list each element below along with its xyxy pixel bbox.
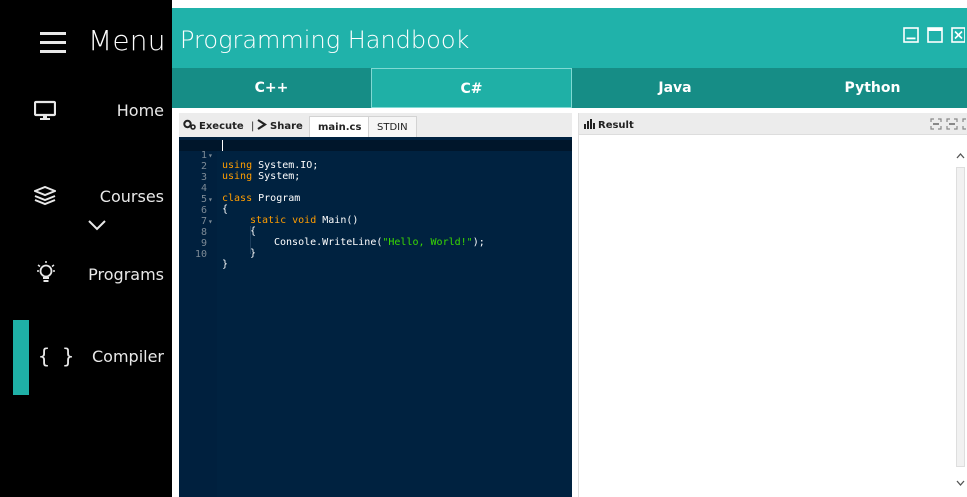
code-token: System; [252,171,301,182]
sidebar-item-label: Compiler [91,347,164,366]
sidebar: Menu Home Courses Programs { } Compiler [0,0,172,497]
line-number: 10 [194,248,207,260]
string-literal: "Hello, World!" [382,237,473,248]
code-line: 5 ▾ { [179,184,228,215]
title-bar: Programming Handbook [172,8,967,68]
braces-icon: { } [38,344,75,368]
sidebar-item-programs[interactable]: Programs [0,258,172,298]
page-title: Programming Handbook [180,26,470,54]
result-scrollbar[interactable] [955,147,967,492]
tab-python[interactable]: Python [778,68,967,108]
code-text: class Program [222,193,301,205]
share-button[interactable]: Share [257,119,303,133]
editor-toolbar: Execute | Share main.cs STDIN [179,113,572,137]
keyword: using [222,171,253,182]
sidebar-item-courses[interactable]: Courses [0,180,172,220]
keyword: class [222,193,253,204]
code-editor-panel: Execute | Share main.cs STDIN 1 ▾ using S… [179,113,572,497]
sidebar-item-label: Home [116,101,164,120]
language-tabs: C++ C# Java Python [172,68,967,108]
tab-cpp[interactable]: C++ [172,68,371,108]
code-token: Main() [316,215,359,226]
tab-main-cs[interactable]: main.cs [309,116,371,137]
sidebar-item-label: Courses [99,187,164,206]
code-text: static void Main() [250,215,359,227]
maximize-icon[interactable] [927,27,943,43]
bar-chart-icon [584,119,595,132]
window-controls [903,27,965,43]
code-text: { [250,226,257,237]
sidebar-item-home[interactable]: Home [0,96,172,136]
result-header: Result [579,113,967,135]
keyword: using [222,160,253,171]
code-line: 7 ▾ { [179,206,256,237]
code-text: using System; [222,171,301,183]
share-arrow-icon [257,119,268,133]
keyword: static void [250,215,317,226]
sidebar-item-label: Programs [88,265,164,284]
sidebar-item-compiler[interactable]: { } Compiler [0,342,172,382]
scroll-thumb[interactable] [956,167,965,467]
code-line: 1 ▾ using System.IO; [179,140,318,171]
code-token: Program [252,193,301,204]
code-text: } [222,259,229,270]
tab-java[interactable]: Java [572,68,778,108]
scroll-up-icon[interactable] [956,147,965,165]
code-line: 6 static void Main() [179,195,358,226]
code-text: } [250,248,257,259]
active-line-highlight [179,140,572,151]
result-panel: Result [578,113,967,497]
code-token: Console.WriteLine( [274,237,383,248]
monitor-icon [33,100,57,127]
toolbar-divider: | [250,120,255,132]
text-cursor [222,140,223,151]
chevron-down-icon[interactable] [88,218,106,236]
code-line: 3 [179,162,215,182]
share-label: Share [270,120,303,132]
gears-icon [183,119,196,133]
code-text: Console.WriteLine("Hello, World!"); [274,237,485,249]
lightbulb-icon [36,260,56,291]
code-area[interactable]: 1 ▾ using System.IO; 2 using System; 3 4 … [179,137,572,497]
close-icon[interactable] [951,27,965,43]
code-line: 9 } [179,228,256,259]
menu-row: Menu [0,12,172,72]
tab-stdin[interactable]: STDIN [368,116,417,137]
execute-label: Execute [199,120,244,132]
code-token: ); [472,237,485,248]
code-line: 10 } [179,239,228,270]
code-line: 4 class Program [179,173,300,204]
fullscreen-icon[interactable] [962,118,967,133]
execute-button[interactable]: Execute | [183,119,254,133]
code-line: 2 using System; [179,151,300,182]
result-label: Result [598,120,634,131]
tab-csharp[interactable]: C# [371,68,572,108]
menu-label: Menu [88,24,166,57]
hamburger-icon[interactable] [40,32,66,53]
code-line: 8 Console.WriteLine("Hello, World!"); [179,217,485,248]
code-text: using System.IO; [222,160,319,172]
result-title: Result [584,119,634,132]
scroll-down-icon[interactable] [956,474,965,492]
code-text: { [222,204,229,215]
minimize-icon[interactable] [903,27,919,43]
expand-icon[interactable] [946,118,958,133]
collapse-icon[interactable] [930,118,942,133]
stack-icon [32,185,58,211]
code-token: System.IO; [252,160,319,171]
result-controls [930,118,967,133]
